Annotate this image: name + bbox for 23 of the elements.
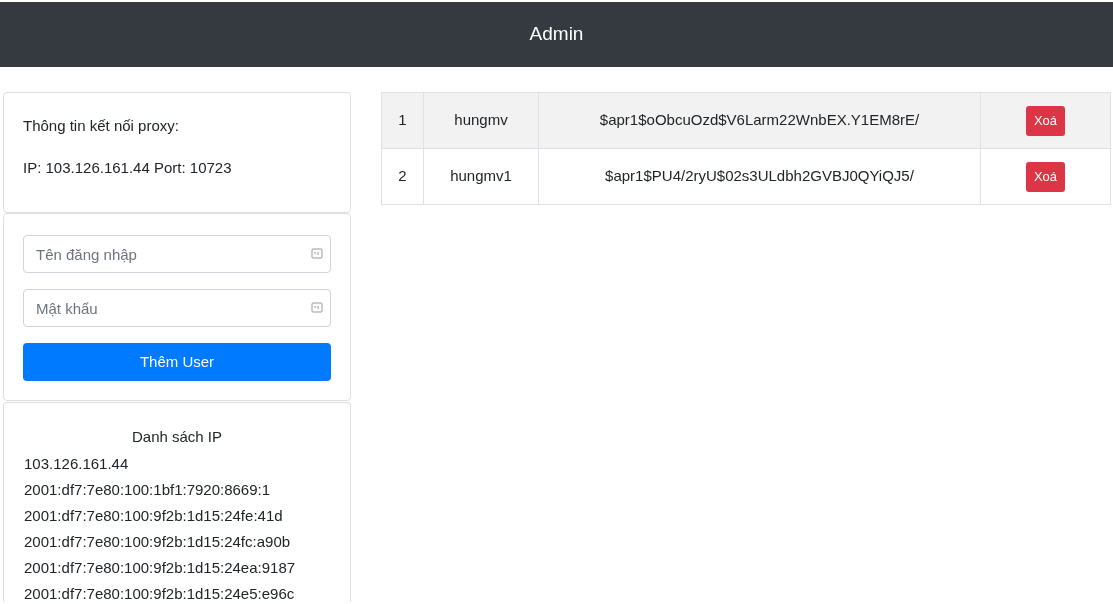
table-cell: 1 (381, 92, 424, 149)
input-field[interactable]: Tên đăng nhập (23, 235, 331, 273)
proxy-info-title: Thông tin kết nối proxy: (23, 116, 180, 136)
page-title: Admin (529, 22, 584, 47)
input-field[interactable]: Mật khẩu (23, 289, 331, 327)
table-cell: $apr1$PU4/2ryU$02s3ULdbh2GVBJ0QYiQJ5/ (538, 148, 981, 205)
ip-address: 2001:df7:7e80:100:9f2b:1d15:24fc:a90b (24, 532, 292, 552)
ip-address: 103.126.161.44 (24, 454, 130, 474)
table-cell: $apr1$oObcuOzd$V6Larm22WnbEX.Y1EM8rE/ (538, 92, 981, 149)
delete-button[interactable]: Xoá (1025, 161, 1066, 192)
card-icon (311, 302, 323, 314)
ip-list-title: Danh sách IP (130, 427, 224, 447)
ip-address: 2001:df7:7e80:100:9f2b:1d15:24ea:9187 (24, 558, 297, 578)
table-cell: 2 (381, 148, 424, 205)
ip-address: 2001:df7:7e80:100:9f2b:1d15:24e5:e96c (24, 584, 296, 604)
ip-address: 2001:df7:7e80:100:9f2b:1d15:24fe:41d (24, 506, 284, 526)
add-user-button[interactable]: Thêm User (23, 343, 331, 381)
table-cell: hungmv1 (423, 148, 539, 205)
card-icon (311, 248, 323, 260)
proxy-info-details: IP: 103.126.161.44 Port: 10723 (23, 157, 233, 178)
table-cell: hungmv (423, 92, 539, 149)
ip-address: 2001:df7:7e80:100:1bf1:7920:8669:1 (24, 480, 272, 500)
delete-button[interactable]: Xoá (1025, 105, 1066, 136)
